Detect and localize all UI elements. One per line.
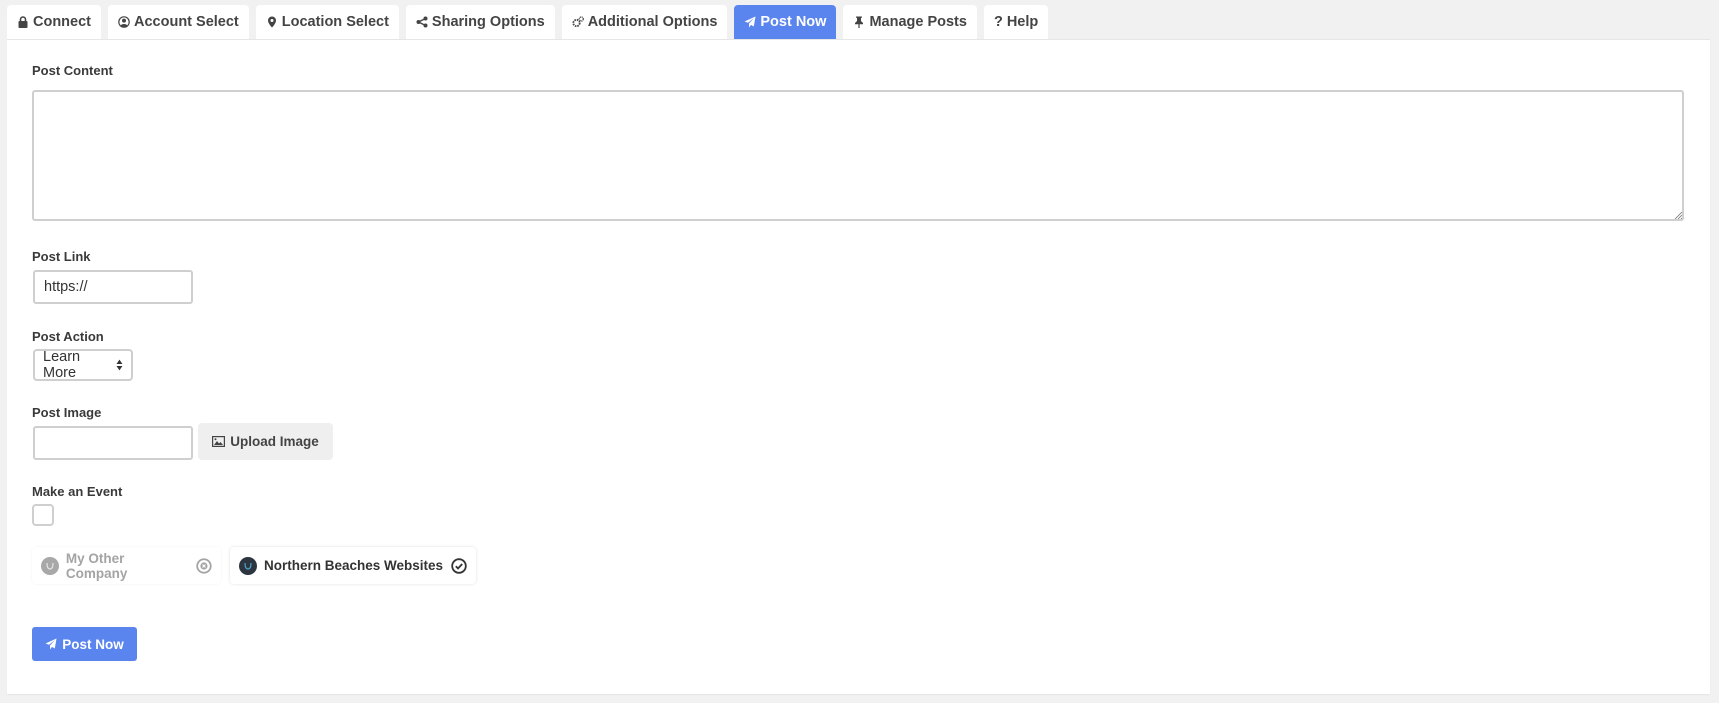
tab-bar: Connect Account Select Location Select S… xyxy=(7,5,1049,39)
share-icon xyxy=(416,16,428,28)
post-action-label: Post Action xyxy=(32,329,104,344)
tab-location-select[interactable]: Location Select xyxy=(255,5,399,39)
location-name: Northern Beaches Websites xyxy=(264,558,444,573)
tab-label: Help xyxy=(1006,14,1039,30)
post-now-panel: Post Content Post Link Post Action Learn… xyxy=(7,39,1710,694)
tab-label: Connect xyxy=(33,14,91,30)
cogs-icon xyxy=(572,16,584,28)
tab-connect[interactable]: Connect xyxy=(7,5,101,39)
tab-additional-options[interactable]: Additional Options xyxy=(561,5,728,39)
post-now-label: Post Now xyxy=(62,636,124,652)
resize-grip-icon[interactable] xyxy=(1674,211,1682,219)
make-event-checkbox[interactable] xyxy=(32,504,54,526)
tab-manage-posts[interactable]: Manage Posts xyxy=(843,5,977,39)
make-event-label: Make an Event xyxy=(32,484,123,499)
tab-help[interactable]: ? Help xyxy=(983,5,1049,39)
company-logo-icon xyxy=(41,556,59,575)
company-logo-icon xyxy=(239,556,257,575)
tab-label: Post Now xyxy=(760,14,827,30)
location-name: My Other Company xyxy=(65,550,128,581)
post-link-label: Post Link xyxy=(32,249,91,264)
tab-sharing-options[interactable]: Sharing Options xyxy=(405,5,555,39)
post-action-select[interactable]: Learn More xyxy=(33,349,133,381)
map-marker-icon xyxy=(267,16,276,28)
tab-label: Account Select xyxy=(134,14,239,30)
question-icon: ? xyxy=(993,14,1003,30)
tab-post-now[interactable]: Post Now xyxy=(734,5,837,39)
user-circle-icon xyxy=(118,16,130,28)
thumbtack-icon xyxy=(855,16,864,28)
post-now-button[interactable]: Post Now xyxy=(32,627,137,661)
paper-plane-icon xyxy=(744,16,756,28)
tab-account-select[interactable]: Account Select xyxy=(108,5,249,39)
tab-label: Manage Posts xyxy=(869,14,967,30)
post-content-label: Post Content xyxy=(32,63,113,78)
post-content-textarea[interactable] xyxy=(32,90,1684,221)
post-action-selected: Learn More xyxy=(43,349,81,381)
image-icon xyxy=(212,436,226,447)
location-chip-northern-beaches-websites[interactable]: Northern Beaches Websites xyxy=(230,547,476,584)
post-image-input[interactable] xyxy=(33,426,193,460)
tab-label: Location Select xyxy=(281,14,389,30)
times-circle-icon xyxy=(196,557,212,574)
check-circle-icon xyxy=(451,557,467,574)
location-chip-my-other-company[interactable]: My Other Company xyxy=(32,547,221,584)
paper-plane-icon xyxy=(45,638,57,650)
post-link-input[interactable] xyxy=(33,270,193,304)
upload-image-button[interactable]: Upload Image xyxy=(198,423,333,460)
tab-label: Sharing Options xyxy=(431,14,545,30)
upload-image-label: Upload Image xyxy=(230,434,319,449)
lock-icon xyxy=(18,16,28,28)
post-image-label: Post Image xyxy=(32,405,102,420)
sort-arrows-icon xyxy=(116,359,123,371)
tab-label: Additional Options xyxy=(587,14,718,30)
